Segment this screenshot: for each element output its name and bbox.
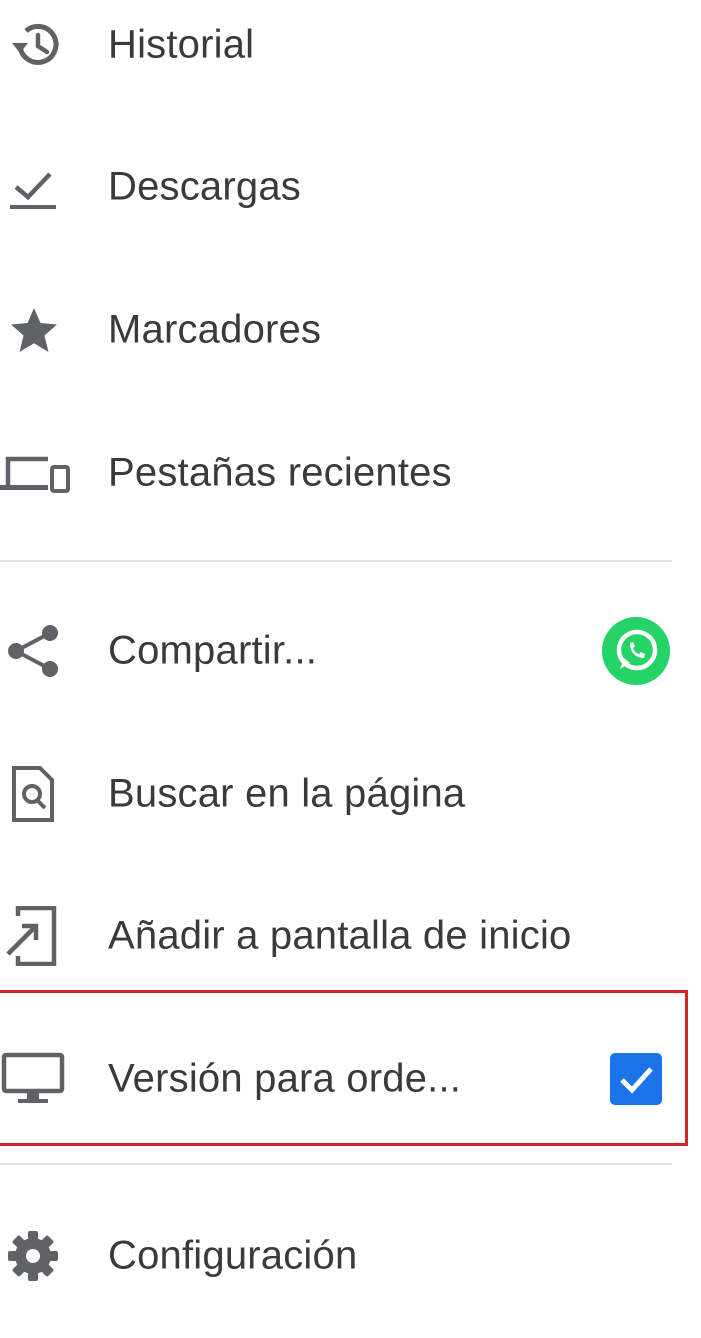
menu-item-share[interactable]: Compartir... <box>0 601 701 701</box>
menu-item-history[interactable]: Historial <box>0 0 701 95</box>
menu-item-label: Marcadores <box>108 307 322 352</box>
menu-item-label: Pestañas recientes <box>108 450 452 495</box>
menu-divider <box>0 560 672 562</box>
find-in-page-icon <box>0 764 72 824</box>
menu-item-label: Historial <box>108 22 255 67</box>
download-done-icon <box>0 157 72 217</box>
menu-item-recent-tabs[interactable]: Pestañas recientes <box>0 423 701 523</box>
gear-icon <box>0 1226 72 1286</box>
menu-item-find-in-page[interactable]: Buscar en la página <box>0 744 701 844</box>
share-icon <box>0 621 72 681</box>
highlight-frame <box>0 990 688 1146</box>
menu-item-label: Descargas <box>108 164 301 209</box>
menu-divider <box>0 1163 672 1165</box>
menu-item-label: Configuración <box>108 1233 358 1278</box>
menu-item-downloads[interactable]: Descargas <box>0 137 701 237</box>
menu-item-settings[interactable]: Configuración <box>0 1206 701 1306</box>
menu-item-label: Buscar en la página <box>108 771 466 816</box>
menu-item-label: Añadir a pantalla de inicio <box>108 913 572 958</box>
devices-icon <box>0 443 72 503</box>
menu-item-bookmarks[interactable]: Marcadores <box>0 280 701 380</box>
whatsapp-icon[interactable] <box>600 615 672 687</box>
add-to-home-screen-icon <box>0 906 72 966</box>
star-icon <box>0 300 72 360</box>
menu-item-label: Compartir... <box>108 628 318 673</box>
history-icon <box>0 15 72 75</box>
overflow-menu: Historial Descargas Marcadores Pestañas … <box>0 0 701 1338</box>
menu-item-add-to-home-screen[interactable]: Añadir a pantalla de inicio <box>0 886 701 986</box>
